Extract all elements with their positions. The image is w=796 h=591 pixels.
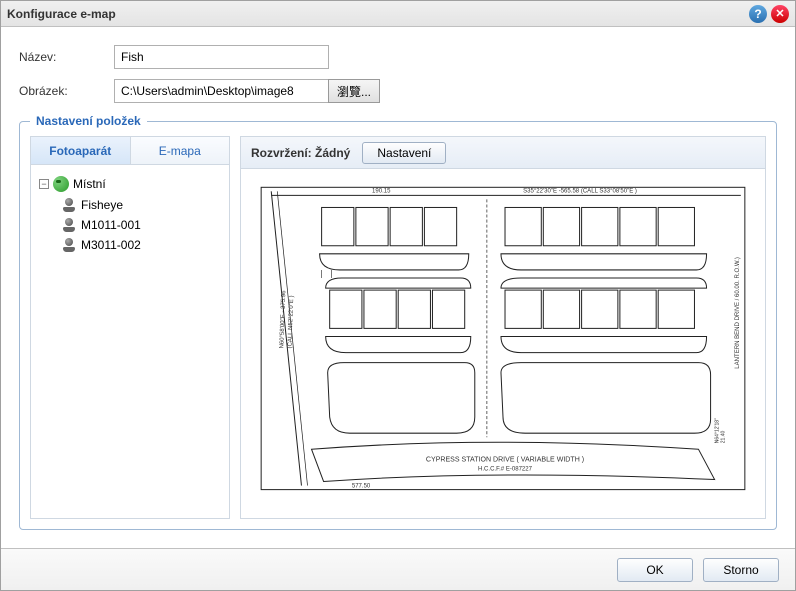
cancel-button[interactable]: Storno (703, 558, 779, 582)
globe-icon (53, 176, 69, 192)
close-icon[interactable]: ✕ (771, 5, 789, 23)
map-bottom2: H.C.C.F.# E-087227 (478, 466, 533, 472)
map-top2: S35°22'30"E -565.58 (CALL S33°08'50"E ) (523, 188, 637, 194)
fieldset-legend: Nastavení položek (30, 114, 147, 128)
name-input[interactable] (114, 45, 329, 69)
tree-item-m3011[interactable]: M3011-002 (37, 235, 223, 255)
layout-value: Žádný (315, 146, 350, 160)
item-settings-fieldset: Nastavení položek Fotoaparát E-mapa − Mí… (19, 121, 777, 530)
tab-camera[interactable]: Fotoaparát (31, 137, 131, 164)
name-label: Název: (19, 50, 114, 64)
row-name: Název: (19, 45, 777, 69)
tree-root-label: Místní (73, 177, 106, 191)
collapse-icon[interactable]: − (39, 179, 49, 189)
right-header: Rozvržení: Žádný Nastavení (241, 137, 765, 169)
camera-icon (61, 198, 77, 212)
browse-button[interactable]: 瀏覽... (328, 79, 380, 103)
tree-item-label: Fisheye (81, 198, 123, 212)
left-panel: Fotoaparát E-mapa − Místní Fisheye (30, 136, 230, 519)
titlebar: Konfigurace e-map ? ✕ (1, 1, 795, 27)
map-bl: 577.50 (352, 484, 371, 490)
ok-button[interactable]: OK (617, 558, 693, 582)
map-bottom1: CYPRESS STATION DRIVE ( VARIABLE WIDTH ) (426, 456, 584, 463)
map-right: LANTERN BEND DRIVE / 60.00. R.O.W.) (735, 257, 741, 369)
dialog-title: Konfigurace e-map (7, 7, 749, 21)
image-path-input[interactable] (114, 79, 329, 103)
tree-item-label: M1011-001 (81, 218, 141, 232)
map-preview[interactable]: 190.15 S35°22'30"E -565.58 (CALL S33°08'… (241, 169, 765, 518)
tree-item-label: M3011-002 (81, 238, 141, 252)
help-icon[interactable]: ? (749, 5, 767, 23)
tree-item-fisheye[interactable]: Fisheye (37, 195, 223, 215)
floorplan-svg: 190.15 S35°22'30"E -565.58 (CALL S33°08'… (241, 169, 765, 518)
layout-prefix: Rozvržení: (251, 146, 315, 160)
camera-icon (61, 218, 77, 232)
dialog-window: Konfigurace e-map ? ✕ Název: Obrázek: 瀏覽… (0, 0, 796, 591)
camera-icon (61, 238, 77, 252)
content-area: Název: Obrázek: 瀏覽... Nastavení položek … (1, 27, 795, 548)
settings-button[interactable]: Nastavení (362, 142, 446, 164)
right-panel: Rozvržení: Žádný Nastavení (240, 136, 766, 519)
tab-emap[interactable]: E-mapa (131, 137, 230, 164)
image-label: Obrázek: (19, 84, 114, 98)
dialog-footer: OK Storno (1, 548, 795, 590)
map-br2: 21.40 (721, 430, 727, 443)
tree-item-m1011[interactable]: M1011-001 (37, 215, 223, 235)
device-tree: − Místní Fisheye M1011-001 (31, 165, 229, 518)
map-top1: 190.15 (372, 188, 391, 194)
tab-bar: Fotoaparát E-mapa (31, 137, 229, 165)
tree-root[interactable]: − Místní (37, 173, 223, 195)
panels-row: Fotoaparát E-mapa − Místní Fisheye (30, 136, 766, 519)
row-image: Obrázek: 瀏覽... (19, 79, 777, 103)
titlebar-actions: ? ✕ (749, 5, 789, 23)
layout-label: Rozvržení: Žádný (251, 146, 350, 160)
